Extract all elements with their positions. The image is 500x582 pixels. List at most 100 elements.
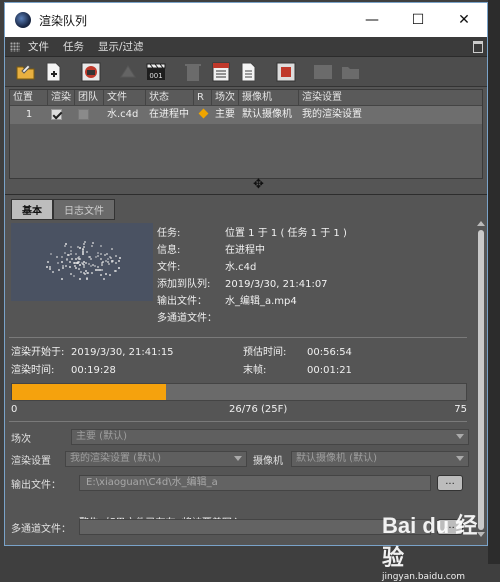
particle-dot — [90, 271, 93, 274]
particle-dot — [106, 261, 109, 263]
particle-dot — [46, 261, 49, 264]
particle-dot — [109, 274, 112, 277]
document-icon[interactable] — [236, 59, 261, 84]
open-folder-icon[interactable] — [13, 59, 38, 84]
multipass-label: 多通道文件： — [157, 313, 217, 324]
particle-dot — [118, 267, 121, 270]
row-settings: 我的渲染设置 — [302, 109, 362, 120]
menu-bar: 文件 任务 显示/过滤 — [5, 37, 487, 57]
particle-dot — [49, 267, 52, 270]
col-render[interactable]: 渲染 — [48, 90, 75, 105]
scroll-up-icon[interactable] — [477, 221, 485, 226]
added-label: 添加到队列: — [157, 279, 211, 290]
particle-dot — [78, 258, 80, 261]
tab-basic[interactable]: 基本 — [11, 199, 53, 220]
particle-dot — [78, 278, 81, 281]
multipass-file-input[interactable] — [79, 519, 431, 535]
col-status[interactable]: 状态 — [146, 90, 194, 105]
add-file-icon[interactable] — [41, 59, 66, 84]
particle-dot — [106, 257, 109, 260]
particle-dot — [117, 260, 120, 263]
render-clapper-icon[interactable]: 001 — [143, 59, 168, 84]
particle-dot — [69, 261, 72, 264]
particle-dot — [100, 258, 103, 261]
take-label: 场次 — [11, 433, 31, 445]
col-camera[interactable]: 摄像机 — [239, 90, 299, 105]
particle-dot — [57, 261, 60, 264]
row-file: 水.c4d — [107, 109, 139, 120]
menu-file[interactable]: 文件 — [28, 39, 49, 54]
menu-task[interactable]: 任务 — [63, 39, 84, 54]
render-settings-select[interactable]: 我的渲染设置 (默认) — [65, 451, 247, 467]
window-title: 渲染队列 — [39, 13, 88, 28]
output-file-row: 输出文件： E:\xiaoguan\C4d\水_编辑_a ... — [11, 474, 469, 492]
team-checkbox[interactable] — [78, 108, 89, 120]
particle-dot — [78, 246, 81, 249]
browse-output-button[interactable]: ... — [437, 475, 463, 491]
chevron-down-icon — [234, 456, 242, 461]
particle-dot — [86, 277, 89, 280]
panel-menu-icon[interactable] — [473, 41, 483, 53]
delete-icon[interactable] — [180, 59, 205, 84]
stop-render-icon[interactable] — [273, 59, 298, 84]
col-r[interactable]: R — [194, 90, 212, 105]
team-render-icon[interactable] — [310, 59, 335, 84]
render-settings-label: 渲染设置 — [11, 455, 51, 467]
col-file[interactable]: 文件 — [104, 90, 146, 105]
table-row[interactable]: 1 水.c4d 在进程中 主要 默认摄像机 我的渲染设置 — [10, 106, 482, 124]
particle-dot — [115, 270, 118, 273]
col-render-settings[interactable]: 渲染设置 — [299, 90, 419, 105]
particle-dot — [100, 274, 103, 277]
file-value: 水.c4d — [225, 262, 257, 273]
detail-tabs: 基本 日志文件 — [11, 199, 487, 220]
particle-dot — [70, 258, 73, 260]
col-position[interactable]: 位置 — [10, 90, 48, 105]
pause-render-icon[interactable] — [115, 59, 140, 84]
particle-dot — [111, 247, 114, 250]
tab-log-file[interactable]: 日志文件 — [53, 199, 115, 220]
grip-icon[interactable] — [10, 41, 20, 52]
particle-dot — [82, 271, 85, 274]
particle-dot — [101, 268, 103, 271]
minimize-button[interactable]: — — [349, 3, 395, 37]
progress-fill — [12, 384, 167, 400]
folder-disabled-icon[interactable] — [338, 59, 363, 84]
output-file-input[interactable]: E:\xiaoguan\C4d\水_编辑_a — [79, 475, 431, 491]
chevron-down-icon — [456, 434, 464, 439]
particle-dot — [81, 252, 84, 255]
particle-dot — [79, 270, 82, 273]
render-list-icon[interactable] — [208, 59, 233, 84]
particle-dot — [97, 265, 100, 268]
col-take[interactable]: 场次 — [212, 90, 239, 105]
maximize-button[interactable]: ☐ — [395, 3, 441, 37]
particle-dot — [69, 265, 72, 268]
background-strip — [488, 0, 500, 564]
particle-dot — [115, 261, 118, 264]
menu-display-filter[interactable]: 显示/过滤 — [98, 39, 144, 54]
camera-select[interactable]: 默认摄像机 (默认) — [291, 451, 469, 467]
particle-dot — [63, 252, 66, 255]
divider — [9, 337, 467, 338]
progress-status: 26/76 (25F) — [229, 404, 288, 415]
close-button[interactable]: ✕ — [441, 3, 487, 37]
particle-dot — [88, 262, 91, 265]
render-settings-row: 渲染设置 我的渲染设置 (默认) 摄像机 默认摄像机 (默认) — [11, 450, 469, 468]
vertical-scrollbar[interactable] — [475, 219, 487, 539]
particle-dot — [57, 269, 60, 272]
take-row: 场次 主要 (默认) — [11, 428, 469, 446]
row-take: 主要 — [215, 109, 235, 120]
start-render-icon[interactable] — [78, 59, 103, 84]
particle-dot — [75, 267, 78, 270]
resume-diamond-icon — [198, 108, 209, 119]
take-select[interactable]: 主要 (默认) — [71, 429, 469, 445]
particle-dot — [72, 274, 75, 277]
render-checkbox[interactable] — [51, 108, 62, 120]
camera-select-value: 默认摄像机 (默认) — [296, 453, 377, 464]
col-team[interactable]: 团队 — [75, 90, 104, 105]
particle-dot — [62, 267, 65, 270]
particle-dot — [90, 245, 93, 248]
toolbar: 001 — [5, 57, 487, 87]
panel-splitter[interactable]: ✥ — [5, 177, 487, 192]
particle-dot — [94, 264, 97, 267]
scroll-thumb[interactable] — [478, 230, 484, 530]
